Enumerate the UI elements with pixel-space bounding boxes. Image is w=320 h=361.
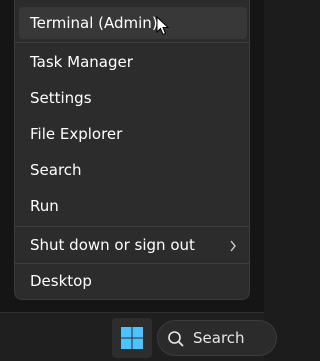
menu-item-label: Search — [30, 161, 82, 179]
menu-item-file-explorer[interactable]: File Explorer — [19, 118, 247, 150]
menu-item-label: Desktop — [30, 272, 92, 290]
search-label: Search — [193, 329, 245, 347]
menu-item-terminal-admin[interactable]: Terminal (Admin) — [19, 7, 247, 39]
menu-item-label: File Explorer — [30, 125, 123, 143]
menu-item-label: Settings — [30, 89, 92, 107]
taskbar-search-box[interactable]: Search — [157, 320, 277, 356]
taskbar: Search — [0, 312, 277, 361]
start-button[interactable] — [112, 318, 152, 358]
chevron-right-icon — [229, 229, 237, 261]
menu-item-search[interactable]: Search — [19, 154, 247, 186]
windows-logo-icon — [121, 327, 143, 349]
menu-item-label: Task Manager — [30, 53, 133, 71]
menu-item-label: Terminal (Admin) — [30, 14, 158, 32]
menu-item-task-manager[interactable]: Task Manager — [19, 46, 247, 78]
quick-link-menu: Terminal (Admin) Task Manager Settings F… — [14, 0, 250, 300]
menu-item-settings[interactable]: Settings — [19, 82, 247, 114]
menu-item-run[interactable]: Run — [19, 190, 247, 222]
menu-item-label: Shut down or sign out — [30, 236, 195, 254]
mouse-cursor-icon — [156, 16, 170, 36]
menu-item-desktop[interactable]: Desktop — [19, 265, 247, 297]
menu-separator — [15, 226, 249, 227]
menu-separator — [15, 42, 249, 43]
search-icon — [168, 331, 184, 347]
menu-item-label: Run — [30, 197, 59, 215]
menu-item-shut-down-or-sign-out[interactable]: Shut down or sign out — [19, 229, 247, 261]
menu-separator — [15, 263, 249, 264]
